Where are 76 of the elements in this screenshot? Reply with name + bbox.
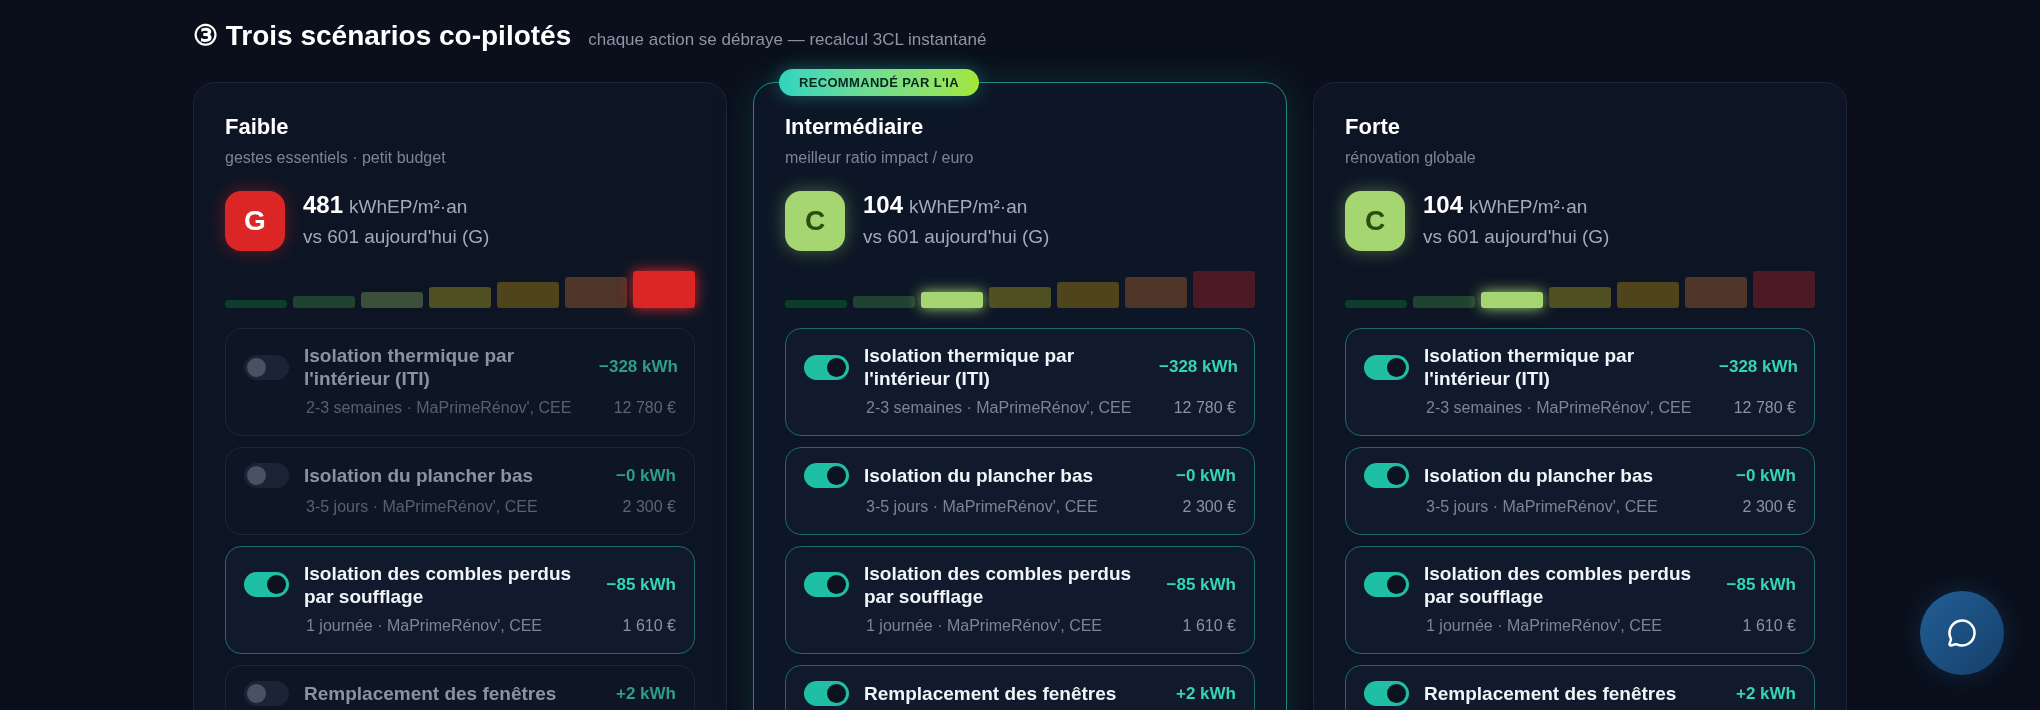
energy-saving: −85 kWh	[606, 573, 676, 596]
energy-saving: +2 kWh	[1736, 682, 1796, 705]
comparison-text: vs 601 aujourd'hui (G)	[1423, 225, 1610, 249]
action-title: Isolation thermique par l'intérieur (ITI)	[304, 344, 516, 390]
scenario-subtitle: rénovation globale	[1345, 148, 1477, 168]
energy-saving: −85 kWh	[1166, 573, 1236, 596]
action-price: 1 610 €	[1742, 615, 1796, 636]
action-title: Isolation des combles perdus par soufflage	[304, 561, 573, 608]
action-price: 1 610 €	[622, 615, 676, 636]
action-title: Remplacement des fenêtres	[304, 681, 558, 705]
action-price: 1 610 €	[1182, 615, 1236, 636]
action-title: Isolation du plancher bas	[304, 464, 535, 488]
action-price: 12 780 €	[1733, 398, 1796, 418]
recommended-badge: RECOMMANDÉ PAR L'IA	[779, 69, 979, 96]
action-price: 2 300 €	[1182, 496, 1236, 517]
section-subtitle: chaque action se débraye — recalcul 3CL instantané	[588, 29, 987, 51]
action-title: Isolation thermique par l'intérieur (ITI)	[864, 344, 1076, 390]
toggle-switch[interactable]	[244, 463, 289, 489]
scenario-subtitle: gestes essentiels · petit budget	[225, 148, 447, 168]
energy-saving: −85 kWh	[1726, 573, 1796, 596]
toggle-switch[interactable]	[244, 572, 289, 597]
scenario-title: Faible	[225, 113, 290, 141]
action-details: 3-5 jours · MaPrimeRénov', CEE	[866, 496, 1098, 517]
energy-grade-badge: C	[1345, 191, 1405, 251]
consumption-value: 104	[1423, 190, 1464, 220]
comparison-text: vs 601 aujourd'hui (G)	[863, 225, 1050, 249]
consumption-unit: kWhEP/m²·an	[349, 195, 468, 219]
action-details: 2-3 semaines · MaPrimeRénov', CEE	[306, 398, 572, 418]
scenario-title: Forte	[1345, 113, 1401, 141]
scenario-subtitle: meilleur ratio impact / euro	[785, 148, 975, 168]
action-title: Isolation du plancher bas	[864, 464, 1095, 488]
energy-saving: −0 kWh	[616, 465, 676, 487]
consumption-value: 104	[863, 190, 904, 220]
toggle-switch[interactable]	[804, 572, 849, 597]
energy-saving: −328 kWh	[1159, 356, 1238, 379]
section-title: ③ Trois scénarios co-pilotés	[193, 19, 572, 53]
action-price: 2 300 €	[1742, 496, 1796, 517]
action-price: 12 780 €	[613, 398, 676, 418]
toggle-switch[interactable]	[804, 354, 849, 380]
action-details: 1 journée · MaPrimeRénov', CEE	[866, 615, 1103, 636]
action-details: 2-3 semaines · MaPrimeRénov', CEE	[866, 398, 1132, 418]
action-title: Isolation du plancher bas	[1424, 464, 1655, 488]
energy-grade-badge: C	[785, 191, 845, 251]
consumption-unit: kWhEP/m²·an	[909, 195, 1028, 219]
action-title: Remplacement des fenêtres	[864, 681, 1118, 705]
action-details: 3-5 jours · MaPrimeRénov', CEE	[1426, 496, 1658, 517]
action-details: 1 journée · MaPrimeRénov', CEE	[306, 615, 543, 636]
consumption-value: 481	[303, 190, 344, 220]
comparison-text: vs 601 aujourd'hui (G)	[303, 225, 490, 249]
action-price: 12 780 €	[1173, 398, 1236, 418]
energy-saving: −0 kWh	[1176, 465, 1236, 487]
action-title: Isolation des combles perdus par soufflage	[864, 561, 1133, 608]
chat-icon	[1947, 618, 1977, 648]
consumption-unit: kWhEP/m²·an	[1469, 195, 1588, 219]
toggle-switch[interactable]	[244, 354, 289, 380]
energy-saving: −0 kWh	[1736, 465, 1796, 487]
energy-saving: −328 kWh	[599, 356, 678, 379]
toggle-switch[interactable]	[1364, 463, 1409, 489]
action-details: 3-5 jours · MaPrimeRénov', CEE	[306, 496, 538, 517]
energy-saving: +2 kWh	[616, 682, 676, 705]
toggle-switch[interactable]	[804, 680, 849, 706]
energy-grade-badge: G	[225, 191, 285, 251]
action-details: 2-3 semaines · MaPrimeRénov', CEE	[1426, 398, 1692, 418]
energy-saving: +2 kWh	[1176, 682, 1236, 705]
energy-saving: −328 kWh	[1719, 356, 1798, 379]
action-title: Isolation des combles perdus par soufflage	[1424, 561, 1693, 608]
action-price: 2 300 €	[622, 496, 676, 517]
action-title: Isolation thermique par l'intérieur (ITI)	[1424, 344, 1636, 390]
toggle-switch[interactable]	[804, 463, 849, 489]
action-title: Remplacement des fenêtres	[1424, 681, 1678, 705]
toggle-switch[interactable]	[1364, 354, 1409, 380]
scenario-title: Intermédiaire	[785, 113, 925, 141]
action-details: 1 journée · MaPrimeRénov', CEE	[1426, 615, 1663, 636]
toggle-switch[interactable]	[244, 680, 289, 706]
toggle-switch[interactable]	[1364, 572, 1409, 597]
toggle-switch[interactable]	[1364, 680, 1409, 706]
